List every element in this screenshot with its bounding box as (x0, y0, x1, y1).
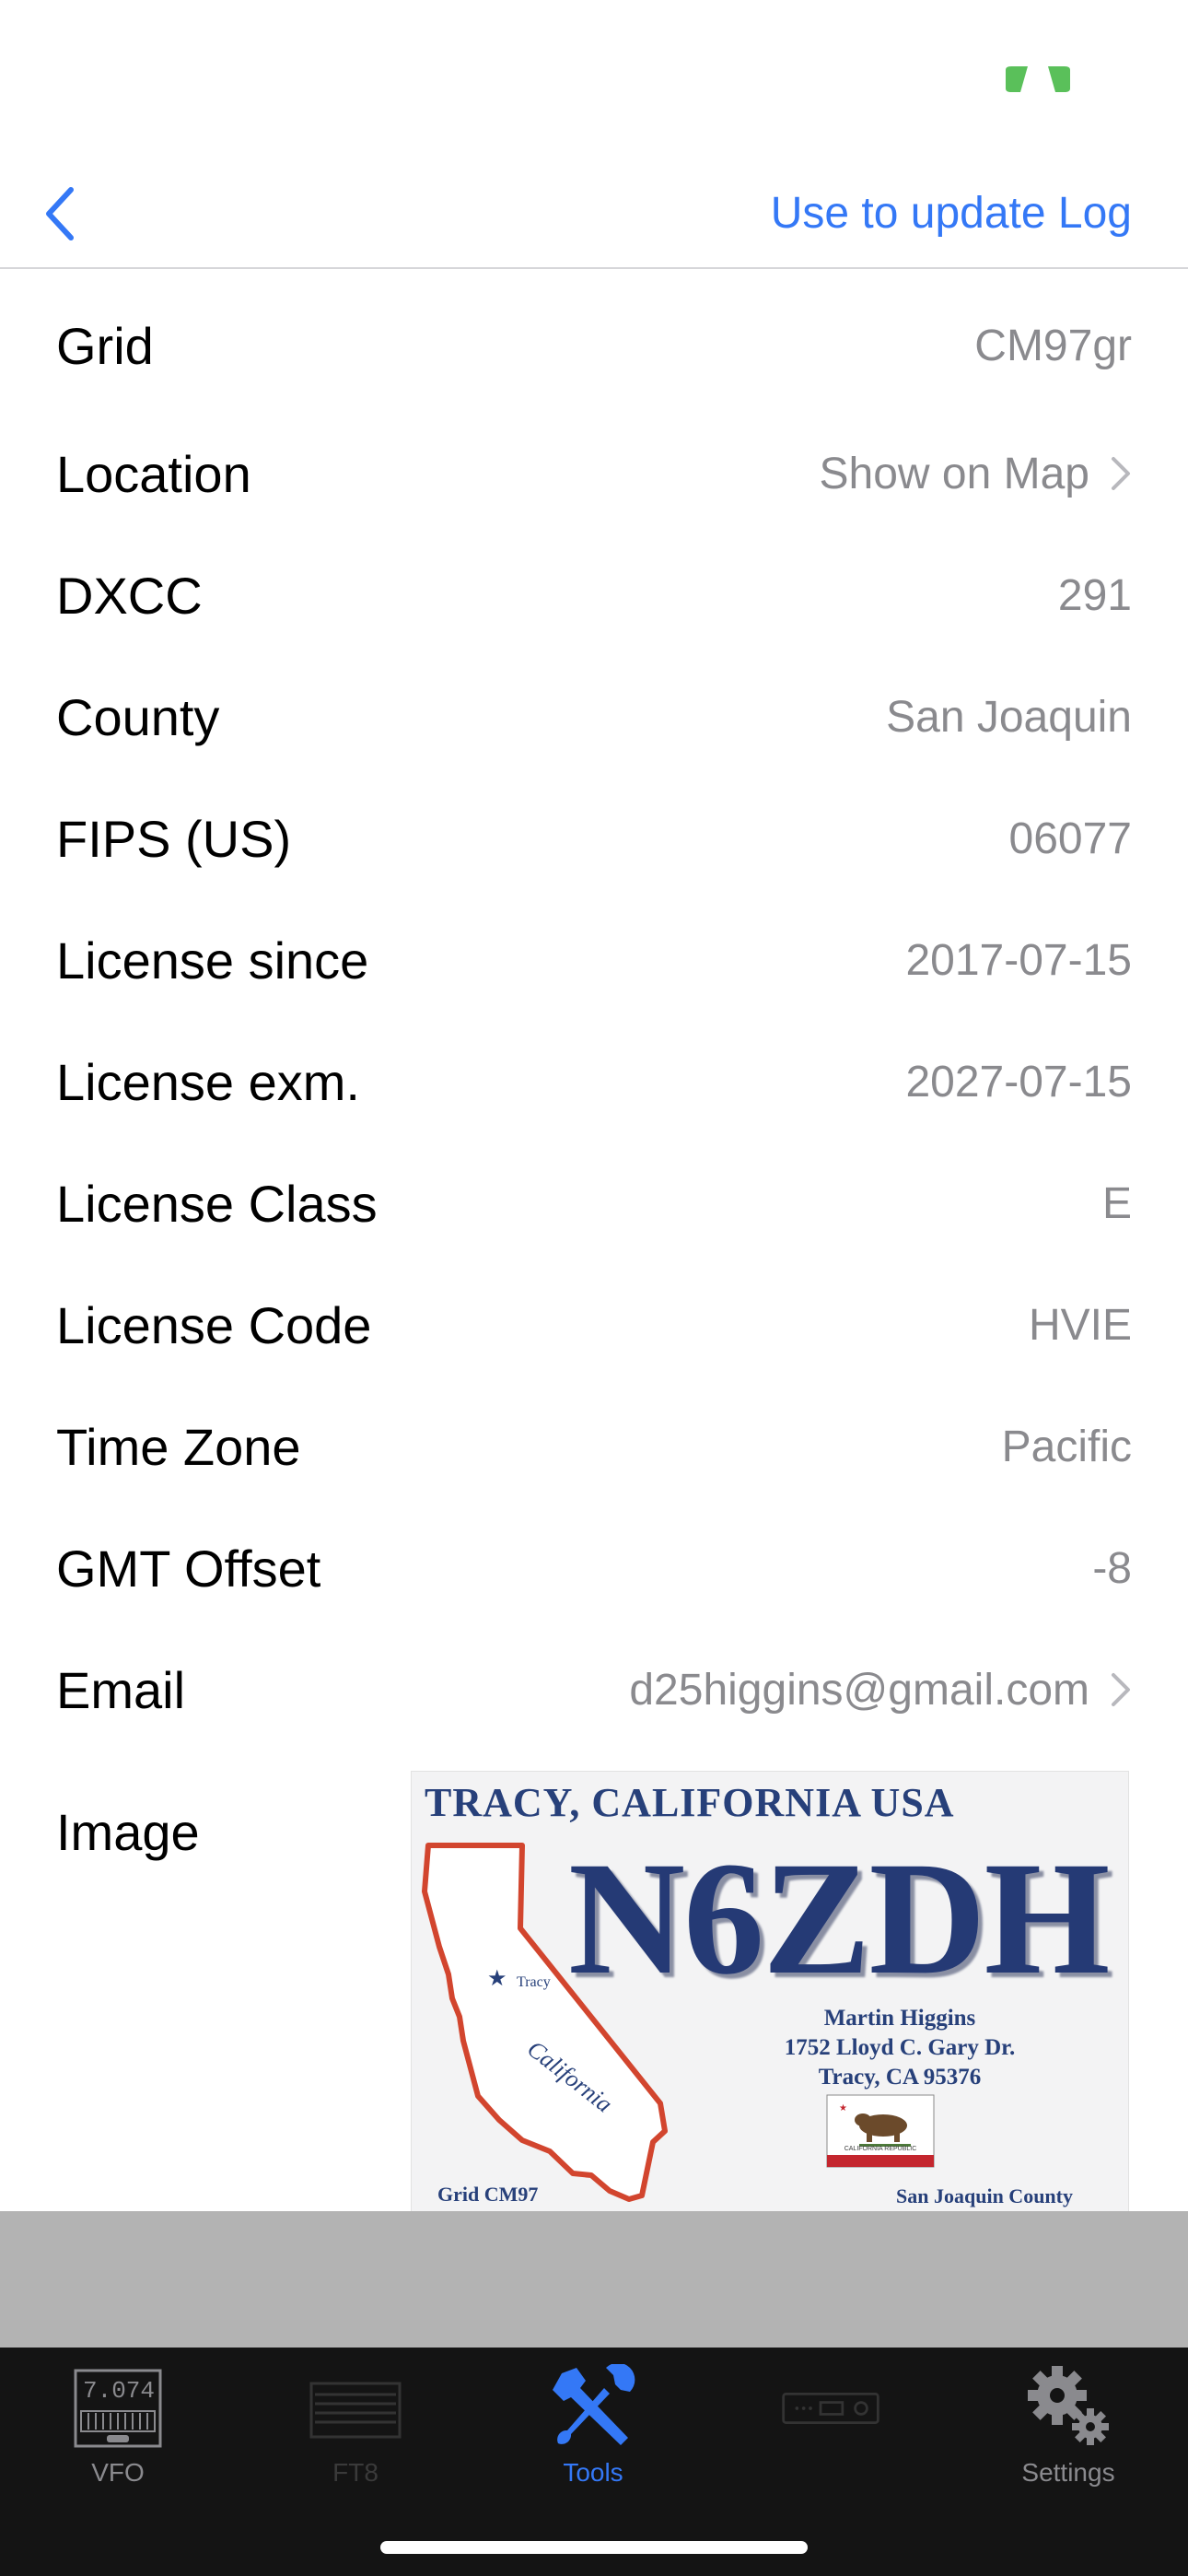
row-label: License since (56, 931, 369, 989)
qsl-grid: Grid CM97 (437, 2183, 539, 2206)
row-value: -8 (1092, 1543, 1132, 1593)
tab-label: Tools (563, 2458, 623, 2487)
tab-label: FT8 (332, 2458, 379, 2487)
show-on-map-link[interactable]: Show on Map (819, 449, 1089, 499)
row-image: Image TRACY, CALIFORNIA USA ★ Tracy Cali… (0, 1751, 1188, 2230)
tab-bar: 7.074 VFO FT8 Tools Settings (0, 2348, 1188, 2576)
qsl-card-image[interactable]: TRACY, CALIFORNIA USA ★ Tracy California… (411, 1771, 1129, 2228)
tab-label: VFO (91, 2458, 145, 2487)
row-value: 2027-07-15 (905, 1057, 1132, 1107)
status-bar (0, 0, 1188, 157)
home-indicator[interactable] (380, 2541, 808, 2554)
flag-text: CALIFORNIA REPUBLIC (844, 2146, 917, 2152)
email-link[interactable]: d25higgins@gmail.com (629, 1665, 1089, 1715)
row-value: CM97gr (974, 321, 1132, 370)
row-value: HVIE (1028, 1300, 1132, 1350)
row-time-zone: Time Zone Pacific (0, 1386, 1188, 1507)
row-value: 291 (1057, 570, 1132, 620)
row-label: License Code (56, 1295, 372, 1354)
row-dxcc: DXCC 291 (0, 534, 1188, 656)
row-label: Time Zone (56, 1417, 301, 1476)
row-gmt-offset: GMT Offset -8 (0, 1507, 1188, 1629)
vfo-frequency: 7.074 (83, 2377, 156, 2405)
qsl-name-line: Martin Higgins (823, 2006, 976, 2031)
chevron-right-icon (1110, 455, 1132, 492)
row-label: GMT Offset (56, 1539, 321, 1598)
radio-device-icon (780, 2364, 881, 2453)
row-license-code: License Code HVIE (0, 1264, 1188, 1386)
row-value: 2017-07-15 (905, 935, 1132, 985)
ft8-waterfall-icon (305, 2364, 406, 2453)
row-license-since: License since 2017-07-15 (0, 899, 1188, 1021)
row-county: County San Joaquin (0, 656, 1188, 778)
row-license-expiry: License exm. 2027-07-15 (0, 1021, 1188, 1142)
activity-indicator-icon (1006, 66, 1070, 92)
qsl-header: TRACY, CALIFORNIA USA (425, 1780, 955, 1825)
row-label: Location (56, 444, 251, 503)
row-email[interactable]: Email d25higgins@gmail.com (0, 1629, 1188, 1751)
row-label: Grid (56, 316, 154, 375)
row-location[interactable]: Location Show on Map (0, 413, 1188, 534)
california-flag-icon: ★ (826, 2094, 935, 2168)
chevron-right-icon (1110, 1671, 1132, 1708)
chevron-left-icon (46, 187, 74, 240)
update-log-button[interactable]: Use to update Log (771, 184, 1132, 243)
row-value: E (1101, 1178, 1132, 1228)
qsl-address: Martin Higgins 1752 Lloyd C. Gary Dr. Tr… (762, 2004, 1038, 2092)
tab-ft8[interactable]: FT8 (263, 2364, 448, 2530)
ad-banner-area (0, 2211, 1188, 2348)
row-label: Email (56, 1660, 186, 1719)
row-fips: FIPS (US) 06077 (0, 778, 1188, 899)
qsl-city-line: Tracy, CA 95376 (818, 2065, 982, 2090)
navigation-bar: Use to update Log (0, 157, 1188, 269)
qsl-callsign: N6ZDH (568, 1829, 1110, 2008)
back-button[interactable] (28, 177, 92, 251)
row-label: License Class (56, 1174, 378, 1233)
row-value: San Joaquin (886, 692, 1132, 742)
row-label: County (56, 687, 220, 746)
map-city-label: Tracy (517, 1974, 551, 1990)
svg-text:★: ★ (839, 2103, 847, 2113)
row-label: Image (56, 1803, 200, 1861)
qsl-county: San Joaquin County (896, 2184, 1073, 2207)
tab-label: Settings (1021, 2458, 1115, 2487)
tab-settings[interactable]: Settings (976, 2364, 1160, 2530)
row-value: 06077 (1008, 814, 1132, 863)
row-value: Pacific (1001, 1422, 1132, 1471)
qsl-address-line: 1752 Lloyd C. Gary Dr. (784, 2035, 1016, 2060)
row-grid: Grid CM97gr (0, 269, 1188, 413)
row-label: License exm. (56, 1052, 360, 1111)
tab-radio[interactable] (739, 2364, 923, 2530)
tools-icon (542, 2364, 644, 2453)
row-label: DXCC (56, 566, 203, 625)
row-license-class: License Class E (0, 1142, 1188, 1264)
gear-icon (1018, 2364, 1119, 2453)
detail-list: Grid CM97gr Location Show on Map DXCC 29… (0, 269, 1188, 2230)
row-label: FIPS (US) (56, 809, 292, 868)
tab-vfo[interactable]: 7.074 VFO (26, 2364, 210, 2530)
tab-tools[interactable]: Tools (501, 2364, 685, 2530)
svg-text:★: ★ (487, 1965, 507, 1991)
